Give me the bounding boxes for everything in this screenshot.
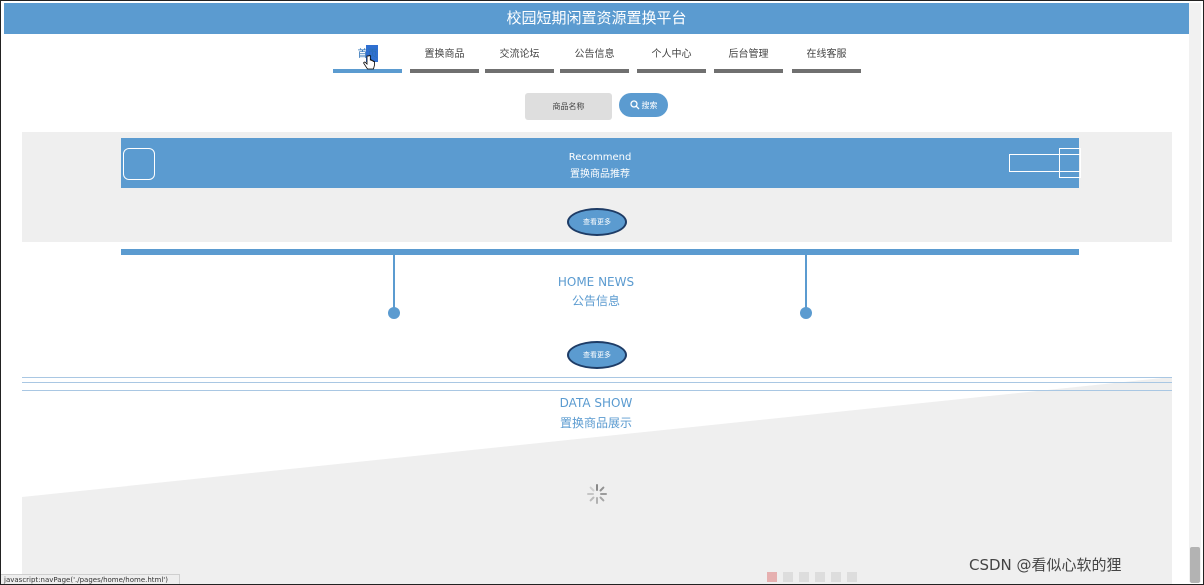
nav-label: 置换商品: [424, 49, 465, 60]
site-title: 校园短期闲置资源置换平台: [506, 9, 687, 27]
nav-underline: [560, 69, 629, 73]
browser-viewport: 校园短期闲置资源置换平台 首页 置换商品 交流论坛 公告信息 个人中心 后台管理…: [0, 0, 1204, 585]
news-more-button[interactable]: 查看更多: [567, 341, 627, 369]
data-show-en-title: DATA SHOW: [559, 396, 633, 410]
divider-line: [22, 390, 1172, 391]
recommend-cn-title: 置换商品推荐: [570, 169, 630, 180]
nav-label: 公告信息: [574, 49, 615, 60]
nav-label: 后台管理: [728, 49, 769, 60]
recommend-en-title: Recommend: [568, 152, 632, 163]
vertical-scrollbar[interactable]: [1189, 3, 1201, 583]
news-cn-title: 公告信息: [571, 294, 620, 308]
browser-status-bar: javascript:navPage('./pages/home/home.ht…: [1, 574, 180, 584]
app-icon: [783, 572, 793, 582]
toolbar-icons: [767, 572, 857, 584]
loading-spinner-icon: [587, 484, 607, 504]
nav-item-announcements[interactable]: 公告信息: [560, 46, 629, 73]
recommend-banner: Recommend 置换商品推荐: [121, 138, 1081, 188]
nav-underline: [792, 69, 861, 73]
app-icon: [831, 572, 841, 582]
news-top-bar: [121, 249, 1079, 255]
nav-underline: [410, 69, 479, 73]
scrollbar-thumb[interactable]: [1190, 547, 1200, 583]
divider-line: [22, 377, 1172, 378]
nav-item-admin[interactable]: 后台管理: [714, 46, 783, 73]
decorative-frame: [1059, 148, 1081, 178]
divider-line: [22, 382, 1172, 383]
search-button-label: 搜索: [641, 100, 658, 110]
nav-item-exchange-goods[interactable]: 置换商品: [410, 46, 479, 73]
data-show-cn-title: 置换商品展示: [559, 416, 632, 430]
recommend-section: Recommend 置换商品推荐 查看更多: [22, 132, 1172, 242]
app-icon: [847, 572, 857, 582]
app-icon: [799, 572, 809, 582]
nav-label: 交流论坛: [499, 49, 540, 60]
hand-pointer-icon: [363, 55, 375, 70]
nav-underline: [637, 69, 706, 73]
recommend-more-button[interactable]: 查看更多: [567, 208, 627, 236]
search-input[interactable]: [525, 93, 612, 120]
app-icon: [815, 572, 825, 582]
nav-item-forum[interactable]: 交流论坛: [485, 46, 554, 73]
nav-item-home[interactable]: 首页: [333, 45, 402, 73]
nav-underline: [485, 69, 554, 73]
nav-item-profile[interactable]: 个人中心: [637, 46, 706, 73]
nav-item-support[interactable]: 在线客服: [792, 46, 861, 73]
watermark: CSDN @看似心软的狸: [969, 556, 1122, 574]
nav-label: 在线客服: [806, 49, 847, 60]
news-en-title: HOME NEWS: [557, 275, 635, 289]
nav-label: 个人中心: [651, 49, 692, 60]
nav-underline: [714, 69, 783, 73]
search-icon: [629, 100, 639, 110]
site-header: 校园短期闲置资源置换平台: [4, 3, 1189, 34]
search-button[interactable]: 搜索: [619, 93, 668, 117]
app-icon: [767, 572, 777, 582]
